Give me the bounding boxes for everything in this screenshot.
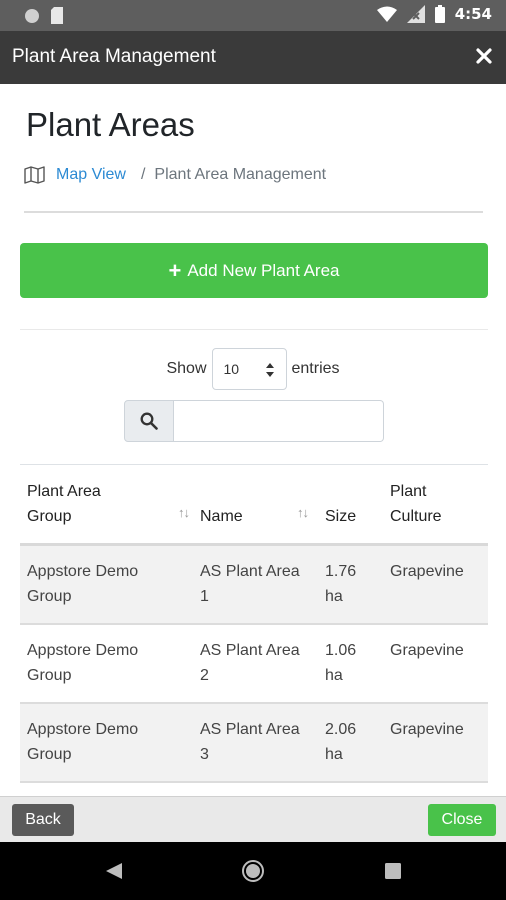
sort-icon: ↑↓	[178, 505, 190, 520]
nav-home-icon[interactable]	[242, 860, 264, 882]
signal-icon	[406, 5, 425, 23]
cell-plant-culture: Grapevine	[383, 624, 488, 704]
add-plant-area-button[interactable]: + Add New Plant Area	[20, 243, 488, 298]
entries-label: entries	[291, 360, 340, 377]
status-time: 4:54	[454, 5, 492, 23]
cell-plant-culture: Grapevine	[383, 544, 488, 625]
search-icon	[124, 400, 174, 442]
cell-name: AS Plant Area 3	[193, 703, 318, 783]
column-header-plant-area-group[interactable]: Plant Area Group ↑↓	[20, 464, 193, 546]
close-icon[interactable]	[474, 44, 494, 68]
modal-title: Plant Area Management	[12, 46, 216, 67]
status-bar: 4:54	[0, 0, 506, 31]
page-title: Plant Areas	[26, 106, 195, 143]
cell-size: 2.06 ha	[318, 703, 383, 783]
cell-size: 1.06 ha	[318, 624, 383, 704]
sd-card-icon	[51, 7, 63, 24]
cell-plant-area-group: Appstore Demo Group	[20, 703, 193, 783]
search-input[interactable]	[174, 400, 384, 442]
add-plant-area-label: Add New Plant Area	[187, 260, 340, 280]
search-group	[124, 400, 384, 442]
notification-dot-icon	[25, 8, 39, 23]
breadcrumb-current: Plant Area Management	[154, 166, 327, 183]
nav-back-icon[interactable]	[104, 862, 124, 880]
column-header-name[interactable]: Name ↑↓	[193, 464, 318, 546]
map-icon	[24, 166, 45, 184]
entries-length-control: Show 10 entries	[0, 348, 506, 390]
cell-plant-area-group: Appstore Demo Group	[20, 544, 193, 625]
sort-icon: ↑↓	[297, 505, 309, 520]
modal-body: Plant Areas Map View / Plant Area Manage…	[0, 84, 506, 796]
cell-size: 1.76 ha	[318, 544, 383, 625]
breadcrumb-map-view-link[interactable]: Map View	[56, 166, 126, 184]
cell-name: AS Plant Area 2	[193, 624, 318, 704]
cell-plant-culture: Grapevine	[383, 703, 488, 783]
cell-name: AS Plant Area 1	[193, 544, 318, 625]
nav-recents-icon[interactable]	[385, 863, 401, 879]
entries-per-page-select[interactable]: 10	[211, 348, 287, 390]
entries-per-page-value: 10	[223, 361, 240, 377]
back-button[interactable]: Back	[12, 804, 74, 836]
table-header-row: Plant Area Group ↑↓ Name ↑↓ Size Plant C…	[20, 464, 488, 546]
android-nav-bar	[0, 842, 506, 900]
divider	[24, 211, 483, 213]
divider	[20, 329, 488, 330]
battery-icon	[434, 5, 445, 23]
cell-plant-area-group: Appstore Demo Group	[20, 624, 193, 704]
close-button[interactable]: Close	[428, 804, 496, 836]
breadcrumb-separator: /	[140, 166, 146, 183]
modal-footer: Back Close	[0, 796, 506, 842]
breadcrumb: Map View / Plant Area Management	[24, 166, 326, 184]
column-header-size[interactable]: Size	[318, 464, 383, 546]
table-row[interactable]: Appstore Demo Group AS Plant Area 3 2.06 ha…	[20, 703, 488, 783]
plant-areas-table: Plant Area Group ↑↓ Name ↑↓ Size Plant C…	[20, 464, 488, 783]
column-header-plant-culture[interactable]: Plant Culture	[383, 464, 488, 546]
wifi-icon	[376, 6, 397, 22]
select-arrows-icon	[265, 363, 274, 377]
modal-header: Plant Area Management	[0, 31, 506, 84]
table-row[interactable]: Appstore Demo Group AS Plant Area 2 1.06 ha…	[20, 624, 488, 704]
plus-icon: +	[168, 257, 182, 283]
show-label: Show	[166, 360, 207, 377]
table-row[interactable]: Appstore Demo Group AS Plant Area 1 1.76 ha…	[20, 544, 488, 625]
